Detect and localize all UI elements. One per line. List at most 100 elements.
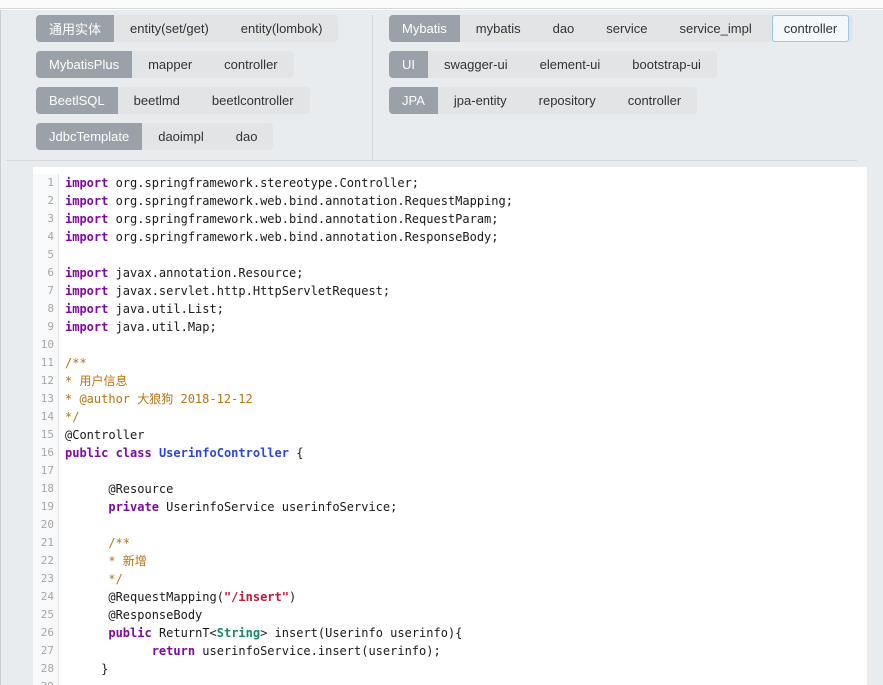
group-label-button[interactable]: JdbcTemplate <box>36 123 142 150</box>
template-item-button[interactable]: dao <box>224 123 270 150</box>
line-number: 24 <box>33 588 59 606</box>
code-line-text: import org.springframework.web.bind.anno… <box>59 210 499 228</box>
code-line: 1import org.springframework.stereotype.C… <box>33 174 867 192</box>
template-item-button[interactable]: entity(set/get) <box>118 15 221 42</box>
code-line-text <box>59 246 65 264</box>
template-item-button[interactable]: controller <box>616 87 693 114</box>
code-line: 24 @RequestMapping("/insert") <box>33 588 867 606</box>
template-item-button[interactable]: mapper <box>136 51 204 78</box>
template-group: Mybatismybatis dao service service_impl cont… <box>389 15 853 42</box>
line-number: 19 <box>33 498 59 516</box>
code-line-text <box>59 516 65 534</box>
code-line-text: import javax.annotation.Resource; <box>59 264 303 282</box>
template-item-button[interactable]: entity(lombok) <box>229 15 335 42</box>
line-number: 18 <box>33 480 59 498</box>
template-item-button[interactable]: dao <box>541 15 587 42</box>
template-item-button[interactable]: service_impl <box>667 15 763 42</box>
template-item-button[interactable]: controller <box>772 15 849 42</box>
template-item-button[interactable]: daoimpl <box>146 123 216 150</box>
line-number: 17 <box>33 462 59 480</box>
code-line: 16public class UserinfoController { <box>33 444 867 462</box>
line-number: 10 <box>33 336 59 354</box>
code-line: 12* 用户信息 <box>33 372 867 390</box>
template-group-row: 通用实体entity(set/get) entity(lombok) <box>36 15 372 42</box>
code-line-text: @Controller <box>59 426 144 444</box>
template-group: JdbcTemplatedaoimpl dao <box>36 123 273 150</box>
group-label-button[interactable]: MybatisPlus <box>36 51 132 78</box>
template-item-button[interactable]: mybatis <box>464 15 533 42</box>
line-number: 6 <box>33 264 59 282</box>
line-number: 1 <box>33 174 59 192</box>
code-line: 27 return userinfoService.insert(userinf… <box>33 642 867 660</box>
line-number: 9 <box>33 318 59 336</box>
code-line: 29 <box>33 678 867 685</box>
line-number: 4 <box>33 228 59 246</box>
template-item-button[interactable]: bootstrap-ui <box>620 51 713 78</box>
code-line-text: /** <box>59 354 87 372</box>
code-line: 25 @ResponseBody <box>33 606 867 624</box>
code-line-text: private UserinfoService userinfoService; <box>59 498 397 516</box>
code-line-text: return userinfoService.insert(userinfo); <box>59 642 441 660</box>
code-editor: 1import org.springframework.stereotype.C… <box>33 167 867 685</box>
template-group: 通用实体entity(set/get) entity(lombok) <box>36 15 338 42</box>
line-number: 14 <box>33 408 59 426</box>
group-label-button[interactable]: 通用实体 <box>36 15 114 42</box>
template-group-row: UIswagger-ui element-ui bootstrap-ui <box>389 51 883 78</box>
template-item-button[interactable]: service <box>594 15 659 42</box>
template-item-button[interactable]: element-ui <box>528 51 613 78</box>
code-line-text: public class UserinfoController { <box>59 444 303 462</box>
template-item-button[interactable]: beetlcontroller <box>200 87 306 114</box>
template-toolbar: 通用实体entity(set/get) entity(lombok) Mybatis… <box>1 10 883 161</box>
line-number: 7 <box>33 282 59 300</box>
template-item-button[interactable]: repository <box>527 87 608 114</box>
template-item-button[interactable]: controller <box>212 51 289 78</box>
code-line-text: */ <box>59 570 123 588</box>
code-line: 7import javax.servlet.http.HttpServletRe… <box>33 282 867 300</box>
group-label-button[interactable]: JPA <box>389 87 438 114</box>
toolbar-right-column: Mybatismybatisdaoserviceservice_implcont… <box>373 15 883 161</box>
code-line: 20 <box>33 516 867 534</box>
code-line: 4import org.springframework.web.bind.ann… <box>33 228 867 246</box>
template-group: MybatisPlusmapper controller <box>36 51 294 78</box>
code-line: 5 <box>33 246 867 264</box>
template-group-row: Mybatismybatis dao service service_impl cont… <box>389 15 883 42</box>
line-number: 11 <box>33 354 59 372</box>
code-line: 18 @Resource <box>33 480 867 498</box>
line-number: 28 <box>33 660 59 678</box>
template-group: JPAjpa-entity repository controller <box>389 87 697 114</box>
code-line: 10 <box>33 336 867 354</box>
line-number: 20 <box>33 516 59 534</box>
line-number: 5 <box>33 246 59 264</box>
code-line-text: import java.util.Map; <box>59 318 217 336</box>
line-number: 15 <box>33 426 59 444</box>
template-group-row: BeetlSQLbeetlmd beetlcontroller <box>36 87 372 114</box>
code-line-text: import org.springframework.web.bind.anno… <box>59 228 499 246</box>
code-line: 14*/ <box>33 408 867 426</box>
code-line: 28 } <box>33 660 867 678</box>
line-number: 25 <box>33 606 59 624</box>
code-line-text: * 新增 <box>59 552 147 570</box>
code-line: 8import java.util.List; <box>33 300 867 318</box>
code-line: 6import javax.annotation.Resource; <box>33 264 867 282</box>
code-line-text: import org.springframework.web.bind.anno… <box>59 192 513 210</box>
code-line-text: import org.springframework.stereotype.Co… <box>59 174 419 192</box>
code-line-text <box>59 336 65 354</box>
group-label-button[interactable]: UI <box>389 51 428 78</box>
line-number: 8 <box>33 300 59 318</box>
code-line-text <box>59 678 65 685</box>
line-number: 23 <box>33 570 59 588</box>
template-group: BeetlSQLbeetlmd beetlcontroller <box>36 87 310 114</box>
line-number: 22 <box>33 552 59 570</box>
template-item-button[interactable]: swagger-ui <box>432 51 520 78</box>
group-label-button[interactable]: Mybatis <box>389 15 460 42</box>
code-line-text: @Resource <box>59 480 173 498</box>
code-line-text: import javax.servlet.http.HttpServletReq… <box>59 282 390 300</box>
line-number: 27 <box>33 642 59 660</box>
code-line: 23 */ <box>33 570 867 588</box>
group-label-button[interactable]: BeetlSQL <box>36 87 118 114</box>
code-line-text: public ReturnT<String> insert(Userinfo u… <box>59 624 462 642</box>
template-item-button[interactable]: beetlmd <box>122 87 192 114</box>
code-line: 19 private UserinfoService userinfoServi… <box>33 498 867 516</box>
line-number: 3 <box>33 210 59 228</box>
template-item-button[interactable]: jpa-entity <box>442 87 519 114</box>
